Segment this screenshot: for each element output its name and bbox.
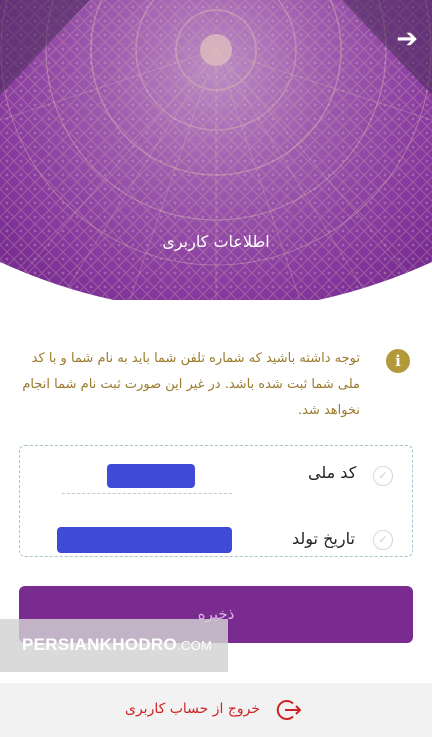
info-icon: i xyxy=(386,349,410,373)
header-banner: ➔ اطلاعات کاربری xyxy=(0,0,432,300)
national-code-label: کد ملی xyxy=(308,463,357,482)
birth-date-field[interactable] xyxy=(57,527,232,553)
mosque-dome-image xyxy=(0,0,432,300)
arrow-right-icon[interactable]: ➔ xyxy=(396,26,418,52)
watermark-logo: PERSIANKHODRO.COM xyxy=(0,619,228,672)
check-circle-icon: ✓ xyxy=(373,530,393,550)
logout-icon[interactable] xyxy=(276,698,302,722)
logout-label[interactable]: خروج از حساب کاربری xyxy=(125,701,260,717)
notice-text: توجه داشته باشید که شماره تلفن شما باید … xyxy=(22,351,360,418)
watermark-brand: PERSIANKHODRO xyxy=(22,635,178,654)
birth-date-label: تاریخ تولد xyxy=(292,529,355,548)
page-title: اطلاعات کاربری xyxy=(162,232,270,251)
national-code-field[interactable] xyxy=(107,464,195,488)
user-info-form: ✓ کد ملی ✓ تاریخ تولد xyxy=(19,445,413,557)
national-code-underline xyxy=(62,493,232,494)
watermark-suffix: .COM xyxy=(177,638,213,653)
logout-bar[interactable]: خروج از حساب کاربری xyxy=(0,683,432,737)
check-circle-icon: ✓ xyxy=(373,466,393,486)
